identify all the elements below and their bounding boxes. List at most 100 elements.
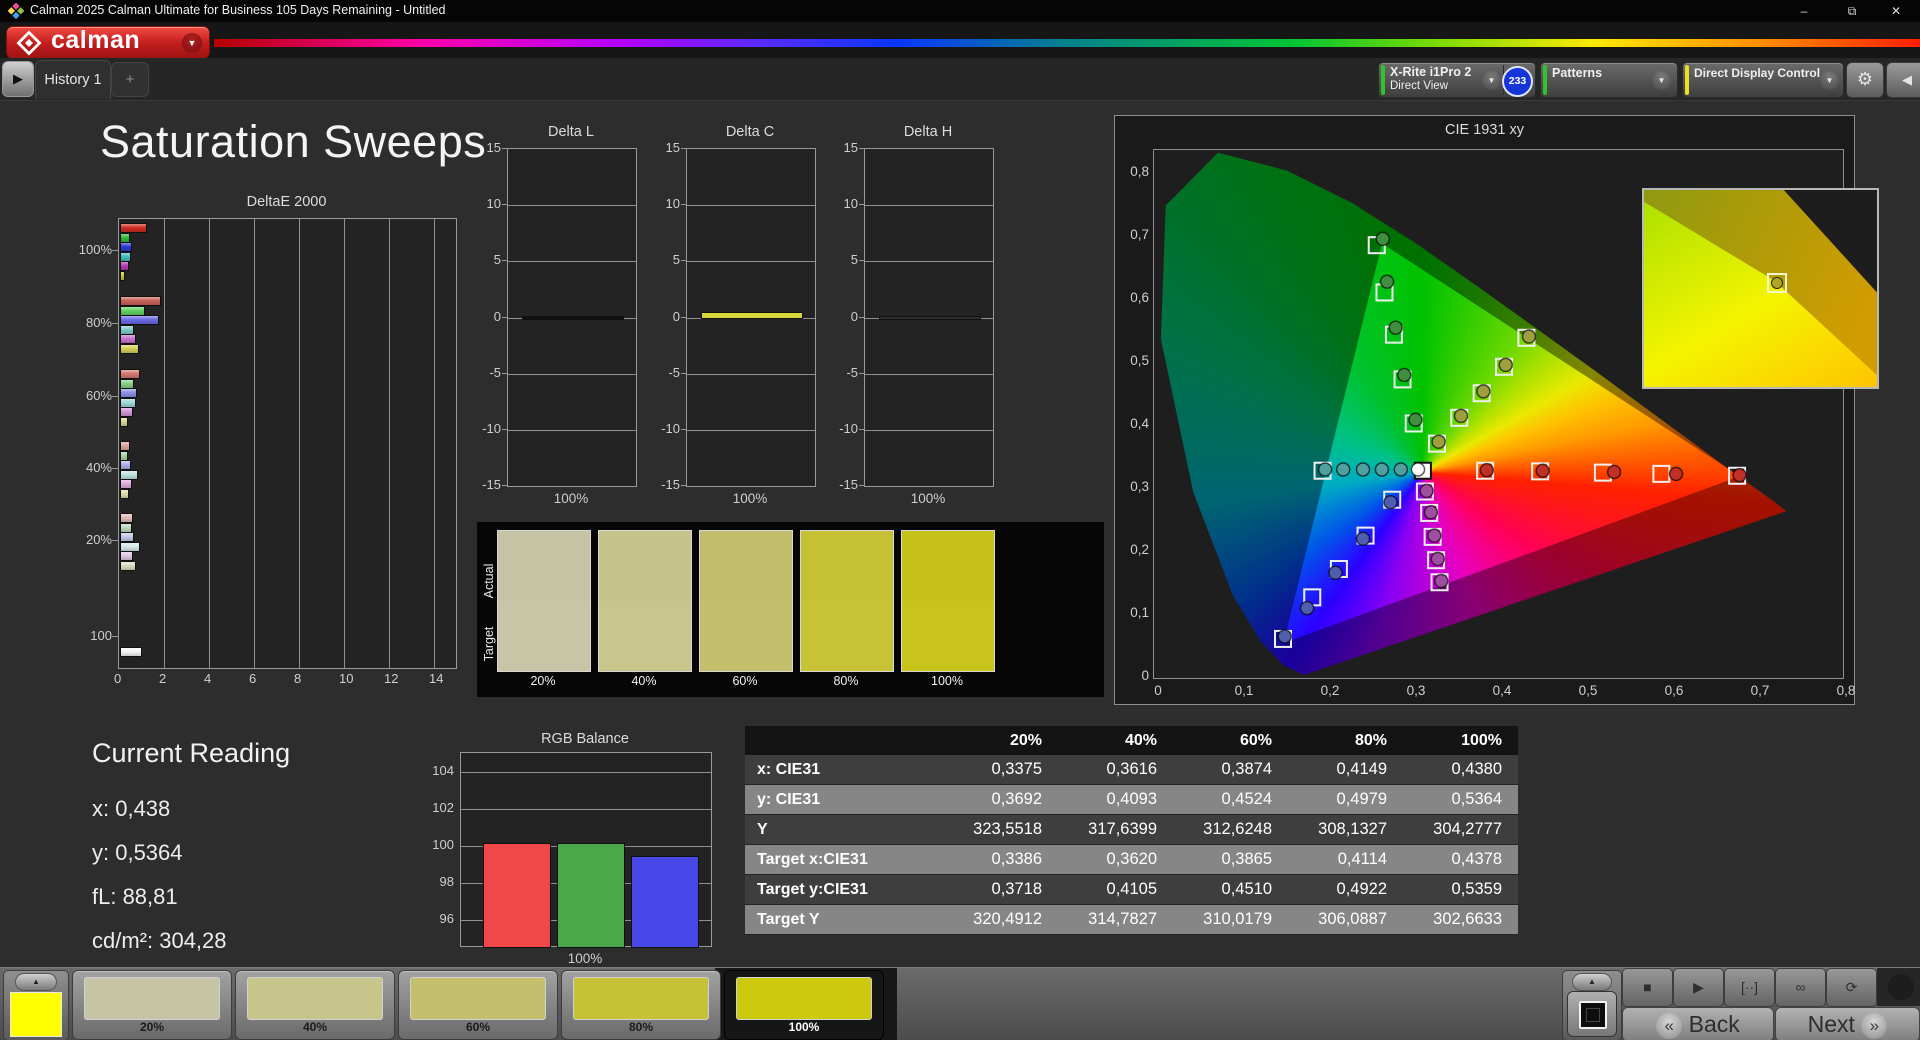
stop-button[interactable]: ■ xyxy=(1622,968,1673,1007)
loop-button[interactable]: ⟳ xyxy=(1826,968,1877,1007)
row-label: x: CIE31 xyxy=(757,761,821,778)
pattern-swatch xyxy=(247,977,383,1020)
settings-gear-button[interactable]: ⚙ xyxy=(1846,62,1884,98)
y-tick xyxy=(859,372,864,374)
green-measured-point xyxy=(1379,274,1395,289)
next-button[interactable]: Next » xyxy=(1775,1007,1920,1040)
chevron-down-icon[interactable]: ▼ xyxy=(182,33,202,53)
y-tick xyxy=(859,316,864,318)
play-button[interactable]: ▶ xyxy=(1673,968,1724,1007)
back-button[interactable]: « Back xyxy=(1622,1007,1774,1040)
cie-x-tick: 0,6 xyxy=(1664,683,1684,698)
deltae-bar xyxy=(120,441,130,451)
y-tick-label: 10 xyxy=(843,196,858,212)
table-cell: 0,4510 xyxy=(1221,880,1272,898)
restore-button[interactable]: ⧉ xyxy=(1832,0,1872,22)
deltae-bar xyxy=(120,334,136,344)
pattern-swatch xyxy=(84,977,220,1020)
cie-x-tick: 0,1 xyxy=(1234,683,1254,698)
row-label: Target y:CIE31 xyxy=(757,881,868,898)
meter-name: X-Rite i1Pro 2 xyxy=(1390,65,1472,79)
tab-bar: ▶ History 1 + X-Rite i1Pro 2 Direct View… xyxy=(0,58,1920,101)
deltae-group-label: 40% xyxy=(85,459,112,475)
actual-swatch xyxy=(700,531,792,601)
meter-count-badge[interactable]: 233 xyxy=(1502,66,1533,97)
delta_h-title: Delta H xyxy=(903,124,953,140)
active-pattern-swatch[interactable] xyxy=(10,992,62,1037)
table-header-cell: 100% xyxy=(1461,732,1502,749)
swatch-column xyxy=(800,530,894,672)
continuous-button[interactable]: ∞ xyxy=(1775,968,1826,1007)
table-header-row: 20% 40% 60% 80% 100% xyxy=(745,726,1518,755)
gridline xyxy=(434,219,435,668)
chevron-down-icon[interactable]: ▼ xyxy=(1820,71,1839,90)
blue-measured-point xyxy=(1277,629,1292,644)
deltae-bar xyxy=(120,305,145,316)
collapse-toolbar-button[interactable]: ◀ xyxy=(1886,62,1920,98)
deltae-bar xyxy=(120,261,129,271)
y-tick-label: -10 xyxy=(661,420,680,436)
gridline xyxy=(865,261,993,263)
table-cell: 0,4524 xyxy=(1221,790,1272,808)
deltae2000-title: DeltaE 2000 xyxy=(246,194,327,210)
gridline xyxy=(687,429,815,431)
table-cell: 304,2777 xyxy=(1433,820,1502,838)
gridline xyxy=(865,205,993,207)
y-tick-label: 10 xyxy=(486,196,501,212)
cie-x-tick: 0,7 xyxy=(1750,683,1770,698)
delta_l-title: Delta L xyxy=(548,124,594,140)
white-measured-point xyxy=(1410,462,1426,477)
x-tick-label: 6 xyxy=(249,671,257,686)
target-row-label: Target xyxy=(482,626,496,662)
pattern-window-button[interactable] xyxy=(1567,991,1617,1037)
y-tick xyxy=(681,372,686,374)
display-control-dropdown[interactable]: Direct Display Control ▼ xyxy=(1682,62,1844,98)
logo-row: calman ▼ xyxy=(0,22,1920,59)
tab-scroll-button[interactable]: ▶ xyxy=(2,61,34,97)
table-cell: 0,3616 xyxy=(1106,760,1157,778)
y-tick xyxy=(112,395,118,397)
green-bar xyxy=(557,843,625,948)
cie-x-tick: 0,4 xyxy=(1492,683,1512,698)
cie-y-tick: 0,5 xyxy=(1130,353,1149,368)
chevron-down-icon[interactable]: ▼ xyxy=(1482,71,1501,90)
collapse-up-button[interactable]: ▲ xyxy=(15,973,57,991)
cie-1931-panel: CIE 1931 xy 0 0,1 0,2 0,3 0,4 0,5 0,6 0,7 0,8 0 0,… xyxy=(1114,115,1879,705)
table-cell: 312,6248 xyxy=(1203,820,1272,838)
gridline xyxy=(344,219,345,668)
y-tick xyxy=(502,316,507,318)
cyan-measured-point xyxy=(1335,462,1351,477)
y-tick-label: 5 xyxy=(850,252,858,268)
chevron-down-icon[interactable]: ▼ xyxy=(1652,71,1671,90)
inset-target-marker xyxy=(1767,272,1788,293)
swatch-column xyxy=(901,530,995,672)
y-tick xyxy=(681,204,686,206)
deltae-bar xyxy=(120,488,129,499)
yellow-measured-point xyxy=(1453,408,1469,424)
reading-fl: fL: 88,81 xyxy=(92,884,178,909)
meter-dropdown[interactable]: X-Rite i1Pro 2 Direct View ▼ 233 xyxy=(1378,62,1536,98)
calman-menu-button[interactable]: calman ▼ xyxy=(6,26,210,59)
pattern-swatch xyxy=(736,977,872,1020)
pattern-button-100%[interactable]: 100% xyxy=(724,970,884,1040)
y-tick xyxy=(681,260,686,262)
pattern-button-80%[interactable]: 80% xyxy=(561,970,721,1040)
add-tab-button[interactable]: + xyxy=(111,62,149,97)
tab-history-1[interactable]: History 1 xyxy=(35,60,111,99)
swatch-column xyxy=(497,530,591,672)
green-measured-point xyxy=(1408,412,1423,427)
pattern-button-40%[interactable]: 40% xyxy=(235,970,395,1040)
table-row: x: CIE31 0,3375 0,3616 0,3874 0,4149 0,4380 xyxy=(745,755,1518,785)
pattern-button-60%[interactable]: 60% xyxy=(398,970,558,1040)
pattern-window-button[interactable]: [··] xyxy=(1724,968,1775,1007)
patterns-dropdown[interactable]: Patterns ▼ xyxy=(1540,62,1678,98)
close-button[interactable]: ✕ xyxy=(1876,0,1916,22)
x-tick-label: 2 xyxy=(159,671,167,686)
pattern-button-20%[interactable]: 20% xyxy=(72,970,232,1040)
table-cell: 308,1327 xyxy=(1318,820,1387,838)
back-label: Back xyxy=(1688,1011,1740,1037)
collapse-up-button[interactable]: ▲ xyxy=(1572,973,1612,991)
minimize-button[interactable]: – xyxy=(1784,0,1824,22)
current-reading-title: Current Reading xyxy=(92,738,291,768)
y-tick xyxy=(112,467,118,469)
